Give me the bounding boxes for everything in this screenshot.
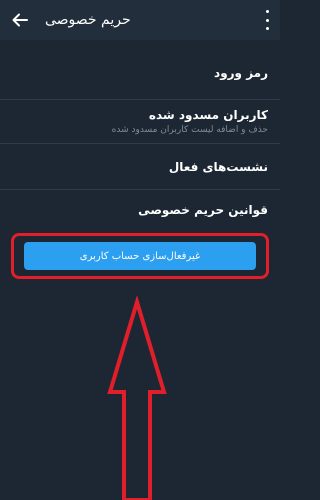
- deactivate-account-button[interactable]: غیرفعال‌سازی حساب کاربری: [24, 242, 256, 270]
- more-vertical-icon[interactable]: [264, 10, 270, 30]
- pointer-arrow-icon: [107, 296, 167, 500]
- item-label: قوانین حریم خصوصی: [138, 203, 268, 217]
- list-item-password[interactable]: رمز ورود: [0, 40, 280, 100]
- item-label: نشست‌های فعال: [168, 160, 268, 174]
- page-title: حریم خصوصی: [45, 12, 131, 28]
- item-label: رمز ورود: [214, 66, 268, 80]
- item-label: کاربران مسدود شده: [148, 108, 268, 122]
- privacy-settings-list: رمز ورود کاربران مسدود شده حذف و اضافه ل…: [0, 40, 280, 234]
- back-arrow-icon[interactable]: [9, 9, 31, 31]
- list-item-privacy-rules[interactable]: قوانین حریم خصوصی: [0, 190, 280, 234]
- top-app-bar: حریم خصوصی: [0, 0, 280, 40]
- item-subtitle: حذف و اضافه لیست کاربران مسدود شده: [111, 125, 268, 135]
- list-item-active-sessions[interactable]: نشست‌های فعال: [0, 144, 280, 190]
- list-item-blocked-users[interactable]: کاربران مسدود شده حذف و اضافه لیست کاربر…: [0, 100, 280, 144]
